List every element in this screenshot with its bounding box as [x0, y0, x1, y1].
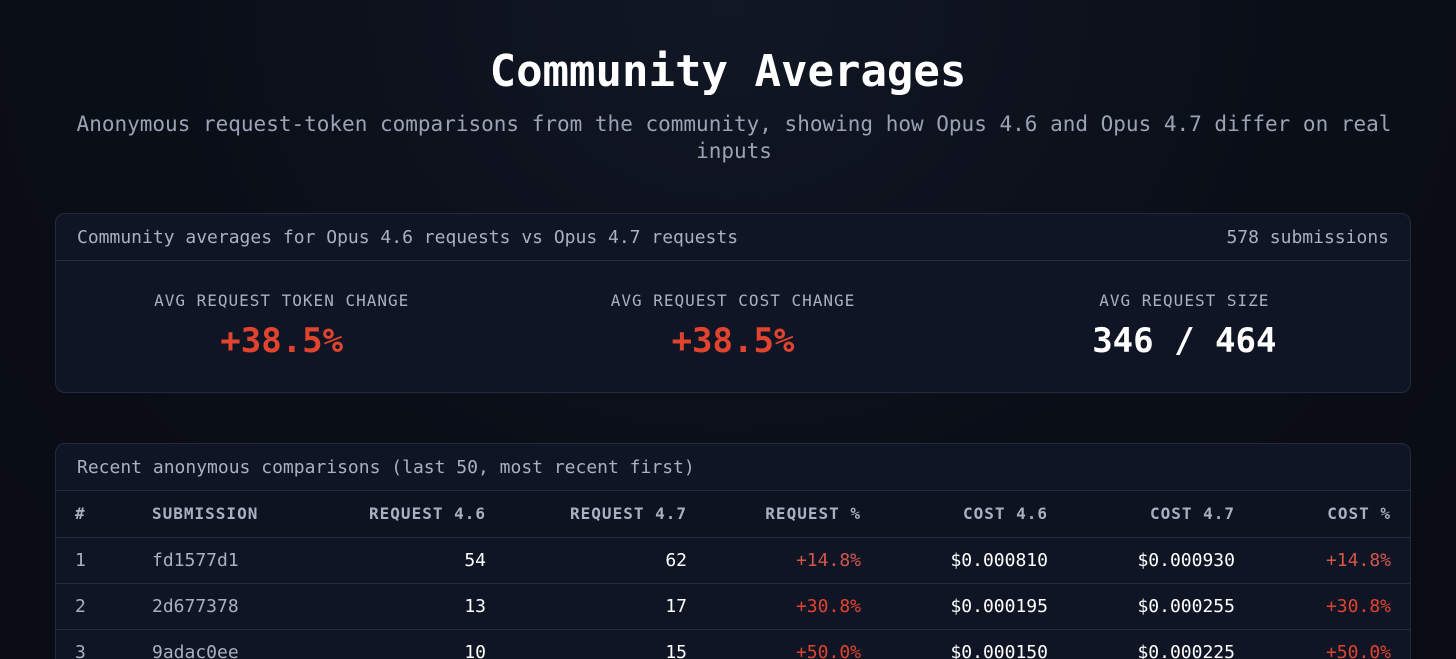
comparisons-table: # SUBMISSION REQUEST 4.6 REQUEST 4.7 REQ… — [56, 491, 1410, 659]
column-header-request-46: REQUEST 4.6 — [323, 491, 505, 538]
stat-label: AVG REQUEST SIZE — [1099, 291, 1270, 310]
column-header-cost-46: COST 4.6 — [880, 491, 1067, 538]
cell-cost-47: $0.000255 — [1067, 583, 1254, 630]
cell-index: 1 — [56, 537, 133, 584]
stat-value: +38.5% — [671, 321, 795, 361]
summary-card-label: Community averages for Opus 4.6 requests… — [77, 226, 739, 248]
cell-cost-46: $0.000810 — [880, 537, 1067, 584]
cell-index: 3 — [56, 629, 133, 659]
cell-request-46: 10 — [323, 629, 505, 659]
summary-card-header: Community averages for Opus 4.6 requests… — [56, 214, 1410, 261]
table-header-row: # SUBMISSION REQUEST 4.6 REQUEST 4.7 REQ… — [56, 491, 1410, 538]
cell-request-46: 13 — [323, 583, 505, 630]
stat-label: AVG REQUEST TOKEN CHANGE — [154, 291, 410, 310]
page-subtitle: Anonymous request-token comparisons from… — [76, 112, 1392, 163]
stat-cost-change: AVG REQUEST COST CHANGE +38.5% — [507, 261, 958, 393]
recent-comparisons-header: Recent anonymous comparisons (last 50, m… — [56, 444, 1410, 491]
cell-request-47: 62 — [505, 537, 706, 584]
page-title: Community Averages — [489, 46, 967, 97]
table-row[interactable]: 3 9adac0ee 10 15 +50.0% $0.000150 $0.000… — [56, 629, 1410, 659]
summary-stats: AVG REQUEST TOKEN CHANGE +38.5% AVG REQU… — [56, 261, 1410, 393]
cell-cost-47: $0.000930 — [1067, 537, 1254, 584]
column-header-cost-47: COST 4.7 — [1067, 491, 1254, 538]
cell-cost-46: $0.000150 — [880, 629, 1067, 659]
cell-submission: 9adac0ee — [133, 629, 323, 659]
recent-comparisons-card: Recent anonymous comparisons (last 50, m… — [55, 443, 1411, 659]
cell-request-pct: +14.8% — [706, 537, 880, 584]
stat-label: AVG REQUEST COST CHANGE — [610, 291, 856, 310]
cell-cost-47: $0.000225 — [1067, 629, 1254, 659]
cell-cost-46: $0.000195 — [880, 583, 1067, 630]
cell-cost-pct: +30.8% — [1254, 583, 1410, 630]
table-row[interactable]: 2 2d677378 13 17 +30.8% $0.000195 $0.000… — [56, 583, 1410, 630]
column-header-submission: SUBMISSION — [133, 491, 323, 538]
column-header-cost-pct: COST % — [1254, 491, 1410, 538]
stat-request-size: AVG REQUEST SIZE 346 / 464 — [959, 261, 1410, 393]
cell-request-pct: +30.8% — [706, 583, 880, 630]
stat-value: 346 / 464 — [1092, 321, 1277, 361]
cell-request-46: 54 — [323, 537, 505, 584]
cell-request-47: 17 — [505, 583, 706, 630]
table-row[interactable]: 1 fd1577d1 54 62 +14.8% $0.000810 $0.000… — [56, 537, 1410, 584]
cell-submission: fd1577d1 — [133, 537, 323, 584]
column-header-index: # — [56, 491, 133, 538]
cell-submission: 2d677378 — [133, 583, 323, 630]
cell-cost-pct: +50.0% — [1254, 629, 1410, 659]
cell-index: 2 — [56, 583, 133, 630]
cell-cost-pct: +14.8% — [1254, 537, 1410, 584]
cell-request-pct: +50.0% — [706, 629, 880, 659]
summary-card: Community averages for Opus 4.6 requests… — [55, 213, 1411, 393]
cell-request-47: 15 — [505, 629, 706, 659]
submission-count: 578 submissions — [1226, 226, 1389, 248]
stat-value: +38.5% — [220, 321, 344, 361]
recent-comparisons-label: Recent anonymous comparisons (last 50, m… — [77, 456, 695, 478]
page: Community Averages Anonymous request-tok… — [0, 0, 1456, 659]
stat-token-change: AVG REQUEST TOKEN CHANGE +38.5% — [56, 261, 507, 393]
column-header-request-pct: REQUEST % — [706, 491, 880, 538]
column-header-request-47: REQUEST 4.7 — [505, 491, 706, 538]
